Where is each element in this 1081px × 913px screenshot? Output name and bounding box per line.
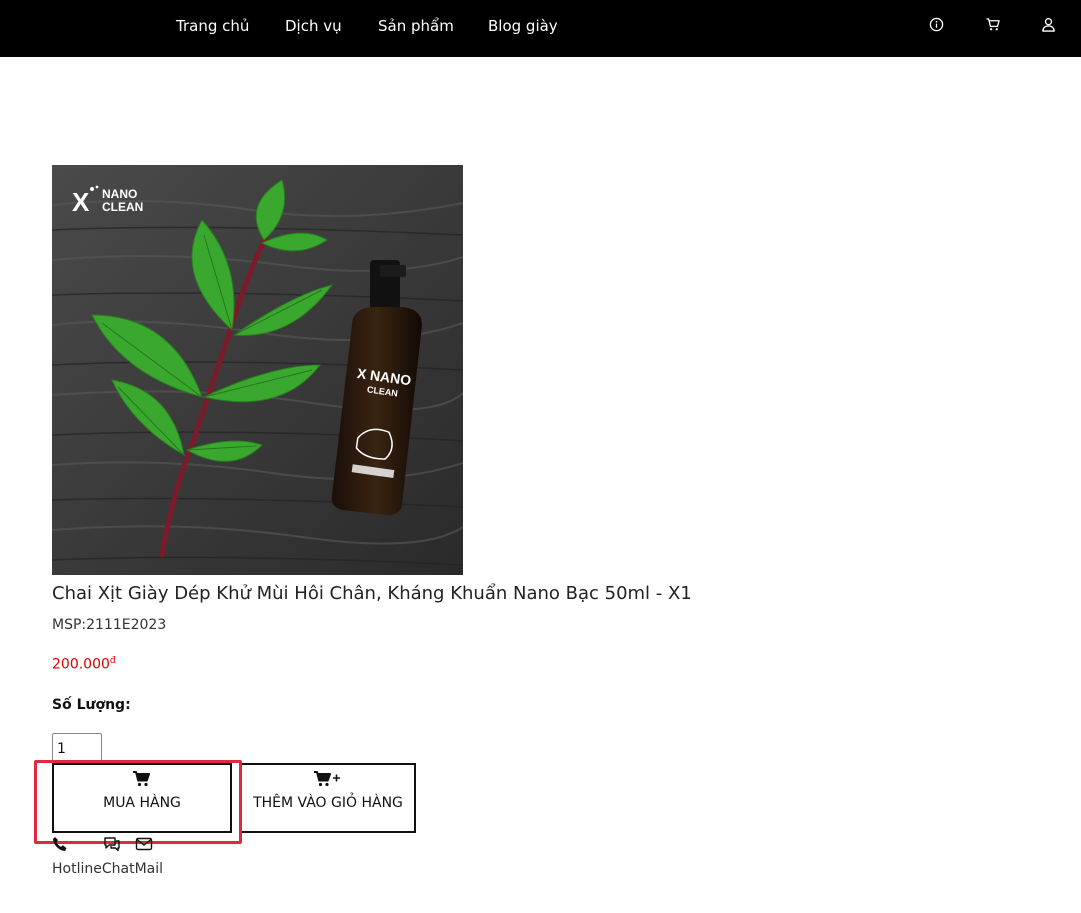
contact-labels: HotlineChatMail bbox=[52, 861, 163, 877]
svg-text:NANO: NANO bbox=[102, 187, 137, 201]
quantity-label: Số Lượng: bbox=[52, 697, 131, 713]
cart-plus-icon bbox=[242, 771, 414, 789]
nano-clean-logo: X NANO CLEAN bbox=[72, 185, 143, 217]
price-value: 200.000 bbox=[52, 656, 110, 673]
add-to-cart-label: THÊM VÀO GIỎ HÀNG bbox=[253, 795, 403, 811]
nav-blog-link[interactable]: Blog giày bbox=[488, 17, 558, 35]
mail-icon[interactable] bbox=[135, 836, 153, 852]
quantity-input[interactable] bbox=[52, 733, 102, 764]
cart-icon[interactable] bbox=[985, 17, 1001, 33]
phone-icon[interactable] bbox=[52, 836, 70, 852]
product-image: X NANO CLEAN X NANO CLEAN bbox=[52, 165, 463, 575]
svg-text:CLEAN: CLEAN bbox=[102, 200, 143, 214]
mail-link[interactable]: Mail bbox=[135, 861, 163, 877]
svg-text:X: X bbox=[72, 187, 90, 217]
hotline-link[interactable]: Hotline bbox=[52, 861, 102, 877]
add-to-cart-button[interactable]: THÊM VÀO GIỎ HÀNG bbox=[240, 763, 416, 833]
top-navbar: Trang chủ Dịch vụ Sản phẩm Blog giày bbox=[0, 0, 1081, 57]
chat-link[interactable]: Chat bbox=[102, 861, 135, 877]
product-title: Chai Xịt Giày Dép Khử Mùi Hôi Chân, Khán… bbox=[52, 583, 692, 604]
currency-symbol: đ bbox=[109, 656, 116, 666]
chat-icon[interactable] bbox=[103, 836, 121, 852]
cart-icon bbox=[54, 771, 230, 789]
product-price: 200.000đ bbox=[52, 656, 116, 673]
user-icon[interactable] bbox=[1041, 17, 1057, 33]
nav-services-link[interactable]: Dịch vụ bbox=[285, 17, 342, 35]
buy-now-label: MUA HÀNG bbox=[103, 795, 181, 811]
info-icon[interactable] bbox=[929, 17, 945, 33]
nav-products-link[interactable]: Sản phẩm bbox=[378, 17, 454, 35]
nav-home-link[interactable]: Trang chủ bbox=[176, 17, 249, 35]
product-sku: MSP:2111E2023 bbox=[52, 617, 167, 633]
buy-now-button[interactable]: MUA HÀNG bbox=[52, 763, 232, 833]
